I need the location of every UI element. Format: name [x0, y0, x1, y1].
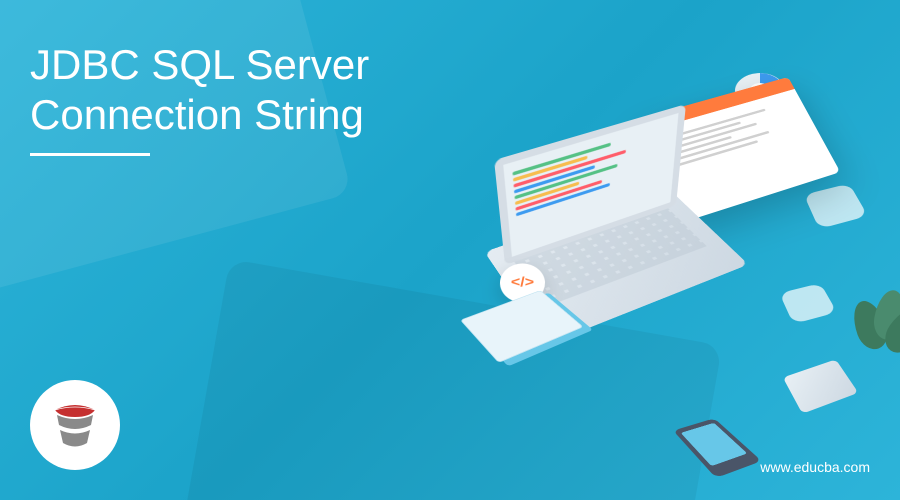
title-line-1: JDBC SQL Server [30, 40, 369, 90]
plant-pot [783, 359, 859, 413]
page-title: JDBC SQL Server Connection String [30, 40, 369, 156]
floating-card [779, 283, 837, 324]
sql-server-icon [45, 395, 105, 455]
floating-card [804, 184, 868, 229]
code-tag-text: </> [511, 275, 534, 291]
title-line-2: Connection String [30, 90, 369, 140]
hero-banner: JDBC SQL Server Connection String www.ed… [0, 0, 900, 500]
website-url: www.educba.com [760, 459, 870, 475]
illustration-scene: </> [370, 50, 870, 450]
sql-server-logo [30, 380, 120, 470]
title-underline [30, 153, 150, 156]
